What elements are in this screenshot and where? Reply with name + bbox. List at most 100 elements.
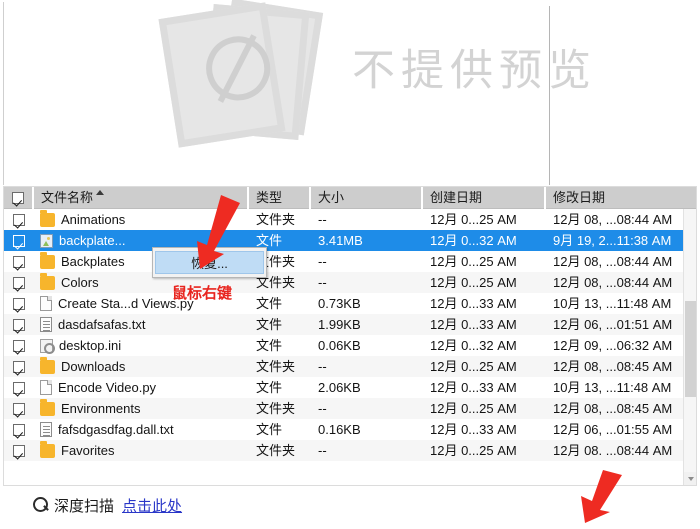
cell-file-type: 文件 xyxy=(256,338,283,353)
cell-file-size: 1.99KB xyxy=(318,317,361,332)
cell-file-name: dasdafsafas.txt xyxy=(34,314,249,335)
scrollbar-thumb[interactable] xyxy=(685,301,696,397)
cell-created-date: 12月 0...33 AM xyxy=(430,317,517,332)
table-row[interactable]: Downloads 文件夹 -- 12月 0...25 AM 12月 08, ...08… xyxy=(4,356,696,377)
column-header-name-label: 文件名称 xyxy=(41,189,94,205)
column-header-created-date[interactable]: 创建日期 xyxy=(423,187,546,209)
cell-modified-date: 10月 13, ...11:48 AM xyxy=(553,296,672,311)
cell-created-date: 12月 0...32 AM xyxy=(430,338,517,353)
preview-pane: 不提供预览 xyxy=(0,0,700,185)
cell-file-type: 文件 xyxy=(256,380,283,395)
folder-icon xyxy=(40,251,55,269)
cell-file-size: 0.73KB xyxy=(318,296,361,311)
cell-file-type: 文件 xyxy=(256,317,283,332)
cell-file-name: Environments xyxy=(34,398,249,419)
text-file-icon xyxy=(40,422,52,437)
cell-modified-date: 12月 08, ...08:45 AM xyxy=(553,401,673,416)
row-checkbox[interactable] xyxy=(4,314,34,335)
cell-file-size: -- xyxy=(318,254,327,269)
row-checkbox[interactable] xyxy=(4,335,34,356)
column-header-size[interactable]: 大小 xyxy=(311,187,423,209)
file-list-table: 文件名称 类型 大小 创建日期 修改日期 Animations 文件夹 -- 12月 … xyxy=(3,186,697,486)
cell-created-date: 12月 0...25 AM xyxy=(430,359,517,374)
row-checkbox[interactable] xyxy=(4,398,34,419)
file-list-scrollbar[interactable] xyxy=(683,209,696,485)
select-all-checkbox[interactable] xyxy=(4,187,34,209)
column-header-modified-date[interactable]: 修改日期 xyxy=(546,187,684,209)
cell-file-name: Encode Video.py xyxy=(34,377,249,398)
table-row[interactable]: Colors 文件夹 -- 12月 0...25 AM 12月 08, ...08:44… xyxy=(4,272,696,293)
cell-created-date: 12月 0...25 AM xyxy=(430,401,517,416)
folder-icon xyxy=(40,356,55,374)
cell-file-name: fafsdgasdfag.dall.txt xyxy=(34,419,249,440)
row-checkbox[interactable] xyxy=(4,272,34,293)
checkbox-glyph xyxy=(13,444,25,457)
row-checkbox[interactable] xyxy=(4,377,34,398)
scroll-down-button[interactable] xyxy=(684,472,696,485)
deep-scan-label: 深度扫描 xyxy=(54,498,115,515)
cell-file-size: -- xyxy=(318,359,327,374)
folder-icon xyxy=(40,440,55,458)
checkbox-glyph xyxy=(13,360,25,373)
checkbox-glyph xyxy=(13,297,25,310)
checkbox-glyph xyxy=(13,276,25,289)
cell-created-date: 12月 0...25 AM xyxy=(430,254,517,269)
checkbox-glyph xyxy=(12,191,24,204)
row-checkbox[interactable] xyxy=(4,419,34,440)
file-name-label: fafsdgasdfag.dall.txt xyxy=(58,422,174,437)
table-row[interactable]: Encode Video.py 文件 2.06KB 12月 0...33 AM 10月 … xyxy=(4,377,696,398)
table-row[interactable]: dasdafsafas.txt 文件 1.99KB 12月 0...33 AM 12月 … xyxy=(4,314,696,335)
cell-file-type: 文件夹 xyxy=(256,359,296,374)
table-row[interactable]: Create Sta...d Views.py 文件 0.73KB 12月 0...3… xyxy=(4,293,696,314)
table-row[interactable]: backplate... 文件 3.41MB 12月 0...32 AM 9月 19, … xyxy=(4,230,696,251)
table-row[interactable]: Backplates 文件夹 -- 12月 0...25 AM 12月 08, ...0… xyxy=(4,251,696,272)
search-icon xyxy=(33,497,50,514)
photo-card-front xyxy=(158,2,286,148)
row-checkbox[interactable] xyxy=(4,209,34,230)
table-row[interactable]: Animations 文件夹 -- 12月 0...25 AM 12月 08, ...0… xyxy=(4,209,696,230)
chevron-down-icon xyxy=(687,476,694,481)
cell-file-size: 0.06KB xyxy=(318,338,361,353)
table-row[interactable]: desktop.ini 文件 0.06KB 12月 0...32 AM 12月 09, … xyxy=(4,335,696,356)
table-row[interactable]: Favorites 文件夹 -- 12月 0...25 AM 12月 08. ...08… xyxy=(4,440,696,461)
right-click-annotation: 鼠标右键 xyxy=(172,285,233,302)
file-name-label: Animations xyxy=(61,212,126,227)
cell-created-date: 12月 0...33 AM xyxy=(430,296,517,311)
row-checkbox[interactable] xyxy=(4,356,34,377)
doc-file-icon xyxy=(40,380,52,395)
cell-created-date: 12月 0...25 AM xyxy=(430,212,517,227)
file-name-label: Environments xyxy=(61,401,141,416)
checkbox-glyph xyxy=(13,381,25,394)
folder-icon xyxy=(40,209,55,227)
cell-file-size: 0.16KB xyxy=(318,422,361,437)
column-header-type[interactable]: 类型 xyxy=(249,187,311,209)
checkbox-glyph xyxy=(13,339,25,352)
cell-modified-date: 9月 19, 2...11:38 AM xyxy=(553,233,672,248)
cell-created-date: 12月 0...25 AM xyxy=(430,443,517,458)
doc-file-icon xyxy=(40,296,52,311)
cell-file-size: -- xyxy=(318,443,327,458)
deep-scan-link[interactable]: 点击此处 xyxy=(122,495,182,516)
cell-file-name: desktop.ini xyxy=(34,335,249,356)
cell-file-size: -- xyxy=(318,401,327,416)
row-checkbox[interactable] xyxy=(4,440,34,461)
table-row[interactable]: Environments 文件夹 -- 12月 0...25 AM 12月 08, ..… xyxy=(4,398,696,419)
cell-modified-date: 12月 06, ...01:55 AM xyxy=(553,422,673,437)
cell-file-name: Favorites xyxy=(34,440,249,461)
row-checkbox[interactable] xyxy=(4,293,34,314)
cell-modified-date: 12月 06, ...01:51 AM xyxy=(553,317,673,332)
cell-modified-date: 12月 08. ...08:44 AM xyxy=(553,443,673,458)
file-list-rows: Animations 文件夹 -- 12月 0...25 AM 12月 08, ...0… xyxy=(4,209,696,485)
cell-modified-date: 12月 08, ...08:44 AM xyxy=(553,275,673,290)
row-checkbox[interactable] xyxy=(4,251,34,272)
row-checkbox[interactable] xyxy=(4,230,34,251)
cell-file-type: 文件 xyxy=(256,296,283,311)
annotation-arrow-to-restore-button xyxy=(581,470,622,523)
cell-modified-date: 12月 09, ...06:32 AM xyxy=(553,338,673,353)
checkbox-glyph xyxy=(13,234,25,247)
cell-file-type: 文件夹 xyxy=(256,212,296,227)
table-row[interactable]: fafsdgasdfag.dall.txt 文件 0.16KB 12月 0...33 … xyxy=(4,419,696,440)
image-file-icon xyxy=(40,233,53,248)
cell-file-type: 文件 xyxy=(256,422,283,437)
checkbox-glyph xyxy=(13,255,25,268)
